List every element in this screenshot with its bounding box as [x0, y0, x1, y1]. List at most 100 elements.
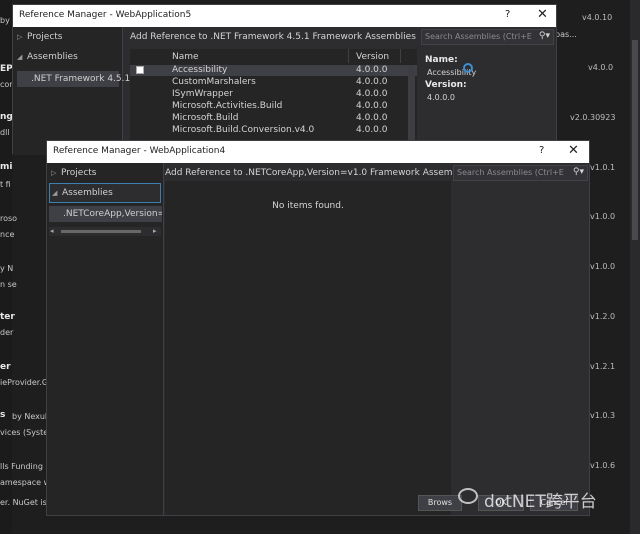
close-button[interactable]: ✕ — [537, 7, 548, 22]
bg-version: v1.0.6 — [590, 461, 616, 470]
row-name: Microsoft.Build.Conversion.v4.0 — [172, 125, 315, 135]
bg-fragment: mi — [0, 162, 13, 172]
bg-fragment: ieProvider.G — [0, 378, 49, 387]
search-placeholder: Search Assemblies (Ctrl+E — [457, 168, 564, 177]
dialog-titlebar[interactable]: Reference Manager - WebApplication4 ? ✕ — [47, 141, 589, 163]
scroll-right-icon[interactable]: ▸ — [153, 227, 157, 235]
bg-fragment: dll — [0, 128, 10, 137]
bg-fragment: n se — [0, 280, 17, 289]
nav-assemblies[interactable]: ◢ Assemblies — [17, 52, 78, 62]
details-panel — [453, 181, 589, 515]
nav-framework-label: .NET Framework 4.5.1 — [31, 74, 131, 84]
column-divider[interactable] — [400, 49, 401, 63]
row-version: 4.0.0.0 — [356, 65, 388, 75]
bg-version: v1.0.1 — [590, 163, 616, 172]
scroll-thumb[interactable] — [61, 230, 141, 233]
empty-message: No items found. — [272, 201, 344, 211]
dialog-title: Reference Manager - WebApplication4 — [53, 146, 226, 156]
table-row[interactable]: Accessibility 4.0.0.0 — [130, 65, 417, 76]
nav-projects[interactable]: ▷ Projects — [17, 32, 62, 42]
bg-version: v1.0.3 — [590, 411, 616, 420]
bg-version: v1.2.1 — [590, 362, 616, 371]
bg-fragment: lls Funding — [0, 462, 43, 471]
row-name: Microsoft.Build — [172, 113, 239, 123]
nav-panel: ▷ Projects ◢ Assemblies .NET Framework 4.5… — [13, 27, 130, 155]
nav-framework-label: .NETCoreApp,Version=v — [63, 209, 162, 219]
bg-fragment: y N — [0, 264, 14, 273]
table-row[interactable]: ISymWrapper 4.0.0.0 — [130, 89, 417, 100]
expand-icon: ▷ — [17, 33, 23, 41]
bg-fragment: t fi — [0, 180, 11, 189]
expand-icon: ▷ — [51, 169, 57, 177]
bg-fragment: er — [0, 362, 11, 372]
bg-version: v1.0.0 — [590, 262, 616, 271]
table-row[interactable]: Microsoft.Build 4.0.0.0 — [130, 113, 417, 124]
reference-manager-dialog-back: Reference Manager - WebApplication5 ? ✕ … — [12, 4, 557, 155]
row-checkbox[interactable] — [136, 66, 144, 74]
nav-framework[interactable]: .NETCoreApp,Version=v — [49, 206, 162, 222]
details-version-label: Version: — [425, 80, 467, 90]
row-version: 4.0.0.0 — [356, 113, 388, 123]
search-input[interactable]: Search Assemblies (Ctrl+E ⚲▾ — [421, 29, 554, 45]
row-name: CustomMarshalers — [172, 77, 256, 87]
busy-cursor-icon — [463, 63, 473, 73]
table-row[interactable]: CustomMarshalers 4.0.0.0 — [130, 77, 417, 88]
search-placeholder: Search Assemblies (Ctrl+E — [425, 32, 532, 41]
column-divider[interactable] — [348, 49, 349, 63]
bg-fragment: der — [0, 328, 14, 337]
nav-projects[interactable]: ▷ Projects — [51, 168, 96, 178]
nav-assemblies-label: Assemblies — [27, 52, 78, 62]
bg-fragment: pas... — [555, 30, 577, 39]
row-version: 4.0.0.0 — [356, 89, 388, 99]
search-icon[interactable]: ⚲▾ — [573, 167, 584, 177]
bg-fragment: amespace w — [0, 478, 51, 487]
details-version-value: 4.0.0.0 — [427, 93, 455, 102]
nav-hscrollbar[interactable]: ◂ ▸ — [49, 227, 161, 236]
help-button[interactable]: ? — [539, 145, 544, 156]
search-input[interactable]: Search Assemblies (Ctrl+E ⚲▾ — [453, 165, 588, 181]
bg-version: v1.0.0 — [590, 212, 616, 221]
collapse-icon: ◢ — [52, 189, 58, 197]
nav-framework[interactable]: .NET Framework 4.5.1 — [17, 71, 130, 87]
bg-fragment: roso — [0, 214, 18, 223]
row-version: 4.0.0.0 — [356, 77, 388, 87]
dialog-titlebar[interactable]: Reference Manager - WebApplication5 ? ✕ — [13, 5, 556, 27]
row-name: Accessibility — [172, 65, 228, 75]
scroll-left-icon[interactable]: ◂ — [50, 227, 54, 235]
header-text: Add Reference to .NETCoreApp,Version=v1.… — [165, 168, 474, 178]
nav-panel: ▷ Projects ◢ Assemblies .NETCoreApp,Versio… — [47, 163, 164, 515]
column-name[interactable]: Name — [172, 52, 199, 62]
nav-assemblies[interactable]: ◢ Assemblies — [49, 183, 161, 203]
header-text: Add Reference to .NET Framework 4.5.1 Fr… — [130, 32, 416, 42]
bg-version: v2.0.30923 — [570, 113, 616, 122]
bg-fragment: ter — [0, 312, 15, 322]
bg-fragment: nce — [0, 230, 15, 239]
column-version[interactable]: Version — [356, 52, 389, 62]
nav-projects-label: Projects — [27, 32, 63, 42]
row-version: 4.0.0.0 — [356, 101, 388, 111]
bg-version: v4.0.0 — [588, 63, 614, 72]
row-name: ISymWrapper — [172, 89, 233, 99]
details-name-label: Name: — [425, 55, 458, 65]
bg-fragment: by Nexul — [12, 412, 48, 421]
reference-manager-dialog-front: Reference Manager - WebApplication4 ? ✕ … — [46, 140, 590, 516]
bg-fragment: EP — [0, 64, 13, 74]
search-icon[interactable]: ⚲▾ — [539, 31, 550, 41]
background-scrollbar-thumb[interactable] — [632, 40, 638, 240]
bg-fragment: s — [0, 410, 6, 420]
help-button[interactable]: ? — [505, 9, 510, 20]
row-name: Microsoft.Activities.Build — [172, 101, 283, 111]
table-row[interactable]: Microsoft.Build.Conversion.v4.0 4.0.0.0 — [130, 125, 417, 136]
collapse-icon: ◢ — [17, 53, 23, 61]
browse-button[interactable]: Brows — [418, 495, 462, 511]
bg-version: v1.2.0 — [590, 312, 616, 321]
nav-projects-label: Projects — [61, 168, 97, 178]
row-version: 4.0.0.0 — [356, 125, 388, 135]
table-row[interactable]: Microsoft.Activities.Build 4.0.0.0 — [130, 101, 417, 112]
bg-fragment: vices (Syste — [0, 428, 49, 437]
close-button[interactable]: ✕ — [568, 143, 579, 158]
assembly-list: No items found. — [165, 181, 451, 515]
nav-assemblies-label: Assemblies — [62, 188, 113, 198]
wechat-icon — [458, 488, 478, 504]
bg-fragment: er. NuGet is — [0, 498, 47, 507]
